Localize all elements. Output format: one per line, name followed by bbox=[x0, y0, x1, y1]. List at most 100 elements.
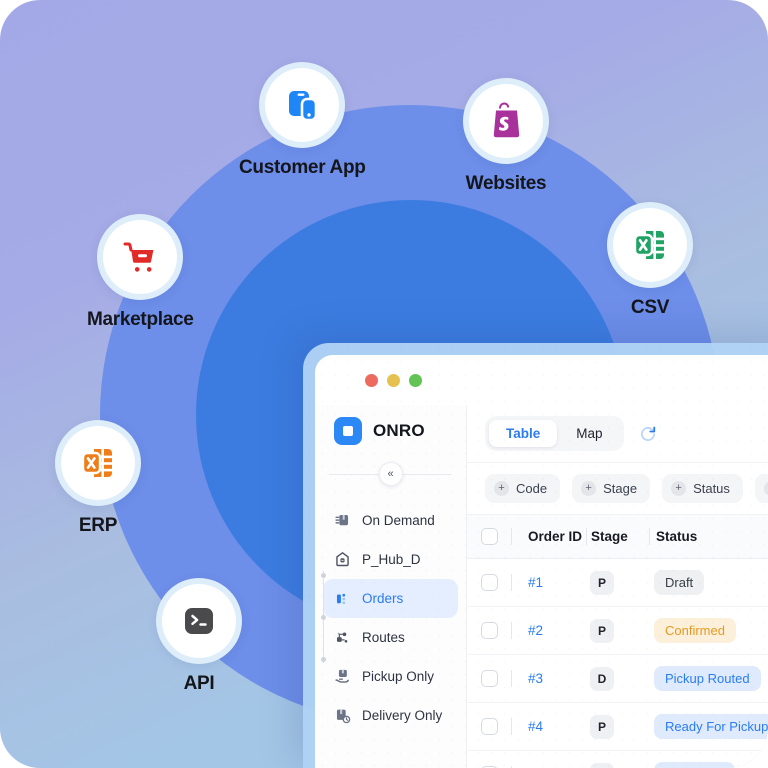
filter-chip-status[interactable]: + Status bbox=[662, 474, 743, 503]
row-checkbox[interactable] bbox=[480, 574, 498, 591]
sidebar-item-label: Orders bbox=[362, 591, 404, 606]
cell-stage: P bbox=[586, 570, 648, 595]
table-row[interactable]: #5 P Picked Up bbox=[467, 751, 768, 768]
shopping-cart-icon bbox=[123, 242, 154, 272]
node-websites[interactable]: Websites bbox=[463, 78, 549, 195]
node-erp-label: ERP bbox=[78, 515, 118, 536]
node-erp[interactable]: ERP bbox=[55, 420, 141, 537]
window-close-button[interactable] bbox=[365, 373, 378, 387]
window-minimize-button[interactable] bbox=[387, 373, 400, 387]
sidebar-item-label: Delivery Only bbox=[362, 708, 443, 723]
select-all-checkbox[interactable] bbox=[480, 528, 498, 545]
sidebar-item-routes[interactable]: Routes bbox=[323, 618, 458, 657]
filter-chip-route[interactable]: + Route bbox=[754, 474, 768, 503]
app-window: ONRO « On Demand P_Hub_D Orders Routes P… bbox=[303, 343, 768, 768]
sidebar-nesting-rail bbox=[321, 571, 326, 663]
cell-order-id[interactable]: #1 bbox=[512, 575, 586, 590]
row-checkbox-cell[interactable] bbox=[467, 718, 511, 735]
excel-sheet-green-icon bbox=[633, 231, 664, 259]
cell-order-id[interactable]: #3 bbox=[512, 671, 586, 686]
onro-logo-icon bbox=[334, 417, 362, 445]
filter-bar: + Code + Stage + Status + bbox=[467, 463, 768, 515]
rail-knob bbox=[321, 573, 326, 578]
status-badge: Picked Up bbox=[654, 762, 736, 768]
rail-knob bbox=[321, 657, 326, 662]
table-header-row: Order ID Stage Status bbox=[467, 515, 768, 559]
stage-badge: P bbox=[590, 618, 614, 643]
sidebar: ONRO « On Demand P_Hub_D Orders Routes P… bbox=[315, 405, 467, 768]
cell-stage: P bbox=[586, 618, 648, 643]
sidebar-collapse-row: « bbox=[329, 461, 452, 487]
node-marketplace-label: Marketplace bbox=[87, 309, 194, 330]
brand: ONRO bbox=[315, 417, 466, 445]
app-body: ONRO « On Demand P_Hub_D Orders Routes P… bbox=[315, 405, 768, 768]
row-checkbox[interactable] bbox=[480, 622, 498, 639]
row-checkbox[interactable] bbox=[480, 670, 498, 687]
toolbar: Table Map bbox=[467, 405, 768, 463]
pickup-hand-icon bbox=[335, 669, 349, 683]
cell-stage: P bbox=[586, 714, 648, 739]
column-header-stage[interactable]: Stage bbox=[587, 529, 649, 544]
window-title-bar bbox=[315, 355, 768, 405]
filter-chip-stage[interactable]: + Stage bbox=[572, 474, 651, 503]
plus-icon: + bbox=[581, 481, 597, 496]
table-row[interactable]: #1 P Draft bbox=[467, 559, 768, 607]
view-switch: Table Map bbox=[485, 416, 624, 451]
sidebar-item-orders[interactable]: Orders bbox=[323, 579, 458, 618]
illustration-canvas: Customer App Websites Marketplace CSV ER… bbox=[0, 0, 768, 768]
sidebar-item-pickup-only[interactable]: Pickup Only bbox=[323, 657, 458, 696]
cell-status: Confirmed bbox=[648, 618, 768, 643]
row-checkbox-cell[interactable] bbox=[467, 574, 511, 591]
row-checkbox[interactable] bbox=[480, 718, 498, 735]
column-header-order-id[interactable]: Order ID bbox=[512, 529, 586, 544]
chevrons-left-icon[interactable]: « bbox=[378, 462, 403, 486]
filter-chip-label: Code bbox=[516, 481, 548, 496]
cell-order-id[interactable]: #4 bbox=[512, 719, 586, 734]
node-api-circle bbox=[156, 578, 242, 664]
node-marketplace-circle bbox=[97, 214, 184, 300]
sidebar-item-delivery-only[interactable]: Delivery Only bbox=[323, 696, 458, 735]
cell-order-id[interactable]: #2 bbox=[512, 623, 586, 638]
table-row[interactable]: #3 D Pickup Routed bbox=[467, 655, 768, 703]
sidebar-item-label: Routes bbox=[362, 630, 405, 645]
node-customer-app-circle bbox=[259, 62, 346, 148]
window-zoom-button[interactable] bbox=[409, 373, 422, 387]
main-pane: Table Map + Code + Stage + Status Order … bbox=[467, 405, 768, 768]
tab-table[interactable]: Table bbox=[489, 420, 558, 447]
excel-sheet-orange-icon bbox=[81, 449, 112, 477]
terminal-icon bbox=[185, 608, 213, 634]
orders-bars-icon bbox=[336, 593, 346, 605]
sidebar-item-p-hub-d[interactable]: P_Hub_D bbox=[323, 540, 458, 579]
select-all-checkbox-cell[interactable] bbox=[467, 528, 511, 545]
sidebar-item-on-demand[interactable]: On Demand bbox=[323, 501, 458, 540]
sidebar-item-label: P_Hub_D bbox=[362, 552, 421, 567]
sidebar-item-label: Pickup Only bbox=[362, 669, 435, 684]
node-csv-circle bbox=[607, 202, 693, 288]
tab-map[interactable]: Map bbox=[559, 420, 619, 447]
node-customer-app[interactable]: Customer App bbox=[239, 62, 366, 179]
refresh-button[interactable] bbox=[638, 424, 658, 444]
table-row[interactable]: #2 P Confirmed bbox=[467, 607, 768, 655]
node-customer-app-label: Customer App bbox=[239, 157, 366, 178]
routes-nodes-icon bbox=[336, 632, 348, 643]
cell-status: Draft bbox=[648, 570, 768, 595]
node-marketplace[interactable]: Marketplace bbox=[87, 214, 194, 331]
sidebar-item-label: On Demand bbox=[362, 513, 435, 528]
package-hand-icon bbox=[335, 514, 349, 526]
column-header-status[interactable]: Status bbox=[650, 529, 768, 544]
hub-house-icon bbox=[336, 551, 349, 567]
node-api[interactable]: API bbox=[156, 578, 242, 695]
table-row[interactable]: #4 P Ready For Pickup bbox=[467, 703, 768, 751]
status-badge: Confirmed bbox=[654, 618, 736, 643]
status-badge: Ready For Pickup bbox=[654, 714, 768, 739]
devices-icon bbox=[289, 91, 318, 122]
filter-chip-code[interactable]: + Code bbox=[485, 474, 561, 503]
node-csv[interactable]: CSV bbox=[607, 202, 693, 319]
row-checkbox-cell[interactable] bbox=[467, 622, 511, 639]
stage-badge: P bbox=[590, 570, 614, 595]
cell-stage: D bbox=[586, 666, 648, 691]
cell-status: Ready For Pickup bbox=[648, 714, 768, 739]
plus-icon: + bbox=[763, 481, 768, 496]
row-checkbox-cell[interactable] bbox=[467, 670, 511, 687]
delivery-clock-icon bbox=[336, 709, 351, 724]
